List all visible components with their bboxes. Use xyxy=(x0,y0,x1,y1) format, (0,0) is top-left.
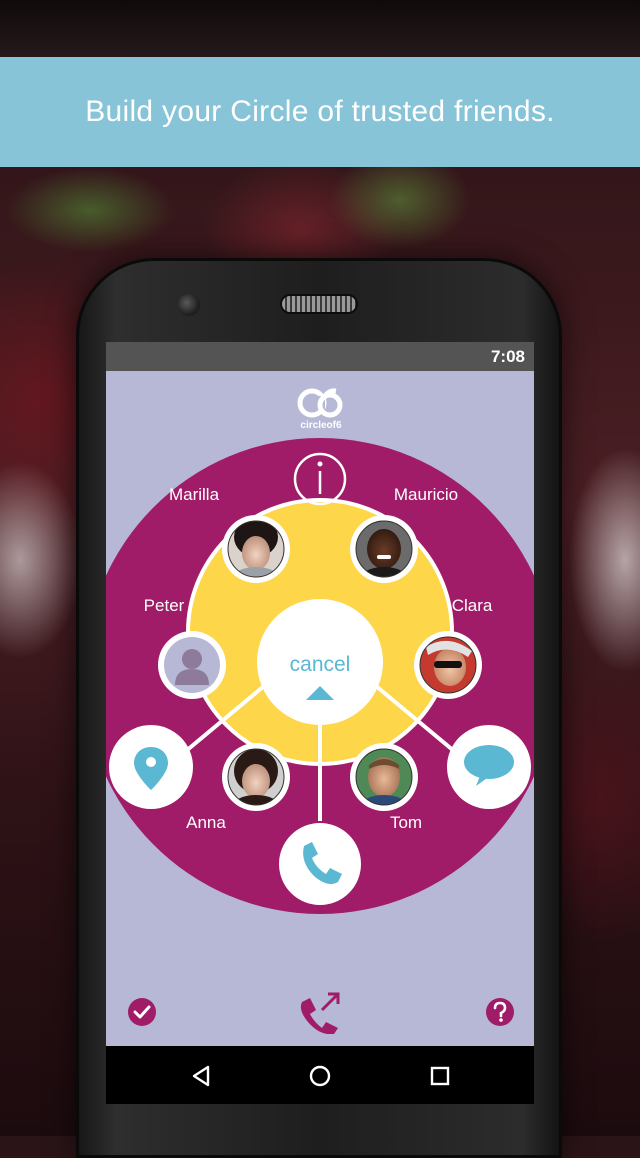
top-status-strip xyxy=(0,0,640,56)
promo-banner: Build your Circle of trusted friends. xyxy=(0,57,640,167)
contact-name-marilla: Marilla xyxy=(169,485,220,504)
contact-clara[interactable] xyxy=(414,631,482,699)
checkmark-icon[interactable] xyxy=(126,996,158,1028)
banner-text: Build your Circle of trusted friends. xyxy=(85,95,555,128)
contact-peter[interactable] xyxy=(158,631,226,699)
contact-name-clara: Clara xyxy=(452,596,493,615)
help-icon[interactable] xyxy=(484,996,516,1028)
circle-wheel: cancel Marilla Mauricio Peter Clara Anna… xyxy=(106,438,534,914)
contact-name-anna: Anna xyxy=(186,813,226,832)
location-button[interactable] xyxy=(109,725,193,809)
cancel-label: cancel xyxy=(290,653,351,676)
chat-button[interactable] xyxy=(447,725,531,809)
home-icon[interactable] xyxy=(306,1062,334,1090)
phone-device: 7:08 circleof6 cancel Marilla Mauricio P… xyxy=(76,258,562,1158)
call-button[interactable] xyxy=(277,821,363,907)
front-camera xyxy=(178,294,200,316)
contact-name-tom: Tom xyxy=(390,813,422,832)
outgoing-call-icon[interactable] xyxy=(298,988,344,1034)
android-nav-bar xyxy=(106,1046,534,1104)
cancel-button[interactable]: cancel xyxy=(257,599,383,725)
status-time: 7:08 xyxy=(490,347,525,366)
chat-bubble-icon xyxy=(464,745,514,779)
contact-name-peter: Peter xyxy=(144,596,185,615)
status-bar: 7:08 xyxy=(106,342,534,371)
person-icon xyxy=(182,649,202,669)
earpiece-speaker xyxy=(282,296,356,312)
recents-icon[interactable] xyxy=(426,1062,454,1090)
back-icon[interactable] xyxy=(188,1062,216,1090)
phone-screen: 7:08 circleof6 cancel Marilla Mauricio P… xyxy=(106,342,534,1104)
contact-name-mauricio: Mauricio xyxy=(394,485,458,504)
